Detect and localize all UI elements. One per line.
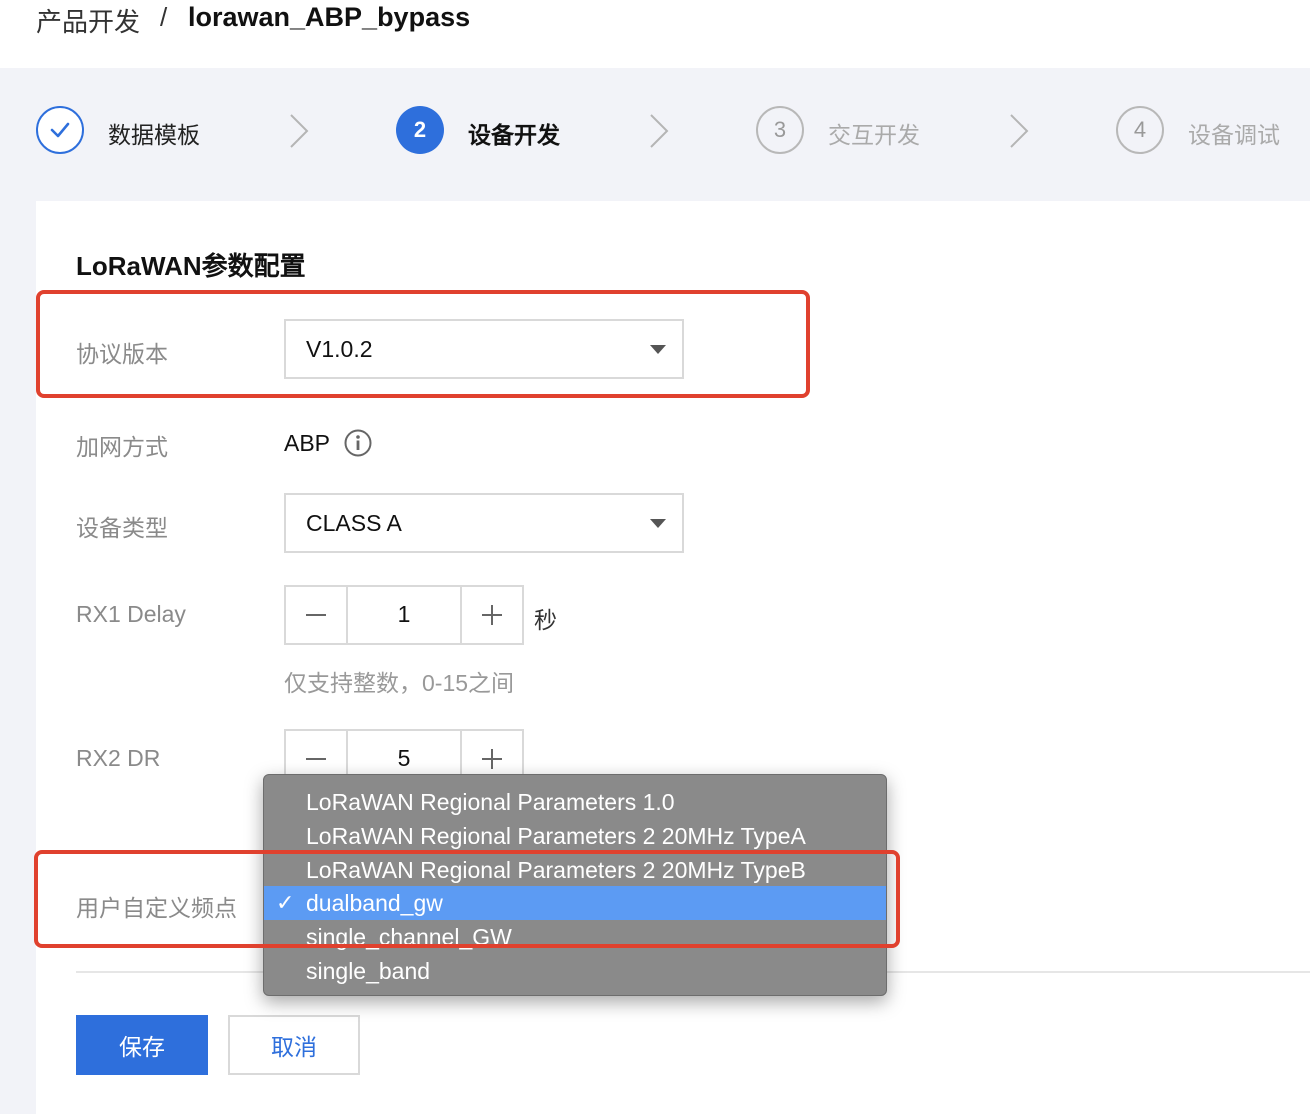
info-icon[interactable] bbox=[343, 428, 373, 458]
page-header: 产品开发 / lorawan_ABP_bypass bbox=[0, 0, 1310, 68]
rx1-delay-increment-button[interactable] bbox=[460, 587, 522, 643]
rx2-dr-label: RX2 DR bbox=[76, 745, 161, 771]
chevron-right-icon bbox=[650, 114, 669, 148]
rx1-delay-decrement-button[interactable] bbox=[286, 587, 348, 643]
step-label: 设备开发 bbox=[468, 122, 560, 148]
rx1-delay-label: RX1 Delay bbox=[76, 601, 186, 627]
annotation-highlight-protocol bbox=[36, 290, 810, 398]
breadcrumb-root[interactable]: 产品开发 bbox=[36, 2, 140, 39]
step-label: 设备调试 bbox=[1188, 122, 1280, 148]
minus-icon bbox=[306, 614, 326, 616]
device-type-value: CLASS A bbox=[306, 510, 402, 536]
rx1-delay-stepper: 1 bbox=[284, 585, 524, 645]
dropdown-option[interactable]: LoRaWAN Regional Parameters 2 20MHz Type… bbox=[264, 819, 886, 853]
breadcrumb-current: lorawan_ABP_bypass bbox=[188, 2, 471, 32]
rx1-delay-input[interactable]: 1 bbox=[348, 601, 460, 628]
step-number: 2 bbox=[396, 106, 444, 154]
save-button[interactable]: 保存 bbox=[76, 1015, 208, 1075]
breadcrumb-separator: / bbox=[160, 2, 168, 32]
dropdown-option[interactable]: single_band bbox=[264, 954, 886, 988]
minus-icon bbox=[306, 758, 326, 760]
step-label: 交互开发 bbox=[828, 122, 920, 148]
step-label: 数据模板 bbox=[108, 122, 200, 148]
section-title: LoRaWAN参数配置 bbox=[76, 251, 306, 281]
caret-down-icon bbox=[650, 519, 666, 528]
rx2-dr-input[interactable]: 5 bbox=[348, 745, 460, 772]
rx1-delay-unit: 秒 bbox=[534, 607, 557, 633]
step-number: 3 bbox=[756, 106, 804, 154]
check-icon bbox=[36, 106, 84, 154]
device-type-label: 设备类型 bbox=[76, 515, 168, 541]
cancel-button[interactable]: 取消 bbox=[228, 1015, 360, 1075]
join-method-label: 加网方式 bbox=[76, 434, 168, 460]
chevron-right-icon bbox=[290, 114, 309, 148]
device-type-select[interactable]: CLASS A bbox=[284, 493, 684, 553]
dropdown-option[interactable]: LoRaWAN Regional Parameters 1.0 bbox=[264, 785, 886, 819]
chevron-right-icon bbox=[1010, 114, 1029, 148]
annotation-highlight-frequency bbox=[34, 850, 900, 948]
rx1-delay-hint: 仅支持整数，0-15之间 bbox=[284, 670, 515, 696]
step-number: 4 bbox=[1116, 106, 1164, 154]
join-method-value: ABP bbox=[284, 430, 331, 456]
